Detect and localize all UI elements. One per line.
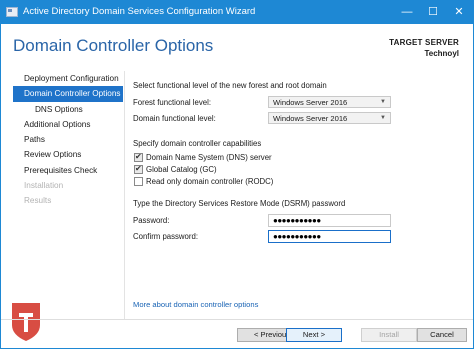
wizard-window: Active Directory Domain Services Configu… xyxy=(0,0,474,349)
dsrm-heading: Type the Directory Services Restore Mode… xyxy=(133,199,346,208)
next-button[interactable]: Next > xyxy=(286,328,342,342)
install-button: Install xyxy=(361,328,417,342)
nav-item-installation: Installation xyxy=(24,181,64,191)
target-server-label: TARGET SERVER xyxy=(389,38,459,47)
functional-level-intro: Select functional level of the new fores… xyxy=(133,81,327,90)
page-title: Domain Controller Options xyxy=(13,36,214,55)
password-label: Password: xyxy=(133,216,170,225)
nav-item-deployment-configuration[interactable]: Deployment Configuration xyxy=(11,71,123,86)
close-button[interactable]: ✕ xyxy=(446,1,472,24)
rodc-checkbox[interactable] xyxy=(134,177,143,186)
password-input[interactable]: ●●●●●●●●●●● xyxy=(268,214,391,227)
title-bar[interactable]: Active Directory Domain Services Configu… xyxy=(1,1,473,24)
domain-level-value: Windows Server 2016 xyxy=(273,114,348,123)
app-icon xyxy=(6,7,18,17)
footer-divider xyxy=(1,319,473,320)
forest-level-value: Windows Server 2016 xyxy=(273,98,348,107)
global-catalog-label: Global Catalog (GC) xyxy=(146,165,217,174)
target-server-name: Technoyl xyxy=(424,49,459,58)
nav-item-review-options[interactable]: Review Options xyxy=(11,147,123,162)
window-title: Active Directory Domain Services Configu… xyxy=(23,6,256,17)
confirm-password-label: Confirm password: xyxy=(133,232,198,241)
more-about-options-link[interactable]: More about domain controller options xyxy=(133,300,258,309)
wizard-nav: Deployment Configuration Domain Controll… xyxy=(11,71,123,209)
nav-divider xyxy=(124,71,125,319)
dns-server-checkbox[interactable] xyxy=(134,152,143,162)
domain-level-select[interactable]: Windows Server 2016 ▼ xyxy=(268,112,391,124)
chevron-down-icon: ▼ xyxy=(380,115,386,121)
nav-item-dns-options[interactable]: DNS Options xyxy=(11,102,123,117)
dns-server-label: Domain Name System (DNS) server xyxy=(146,153,272,162)
maximize-button[interactable]: ☐ xyxy=(420,1,446,24)
chevron-down-icon: ▼ xyxy=(380,99,386,105)
forest-level-select[interactable]: Windows Server 2016 ▼ xyxy=(268,96,391,108)
domain-level-label: Domain functional level: xyxy=(133,114,216,123)
minimize-button[interactable]: — xyxy=(394,1,420,24)
target-server-info: TARGET SERVER Technoyl xyxy=(389,37,459,59)
global-catalog-checkbox[interactable] xyxy=(134,164,143,174)
capabilities-heading: Specify domain controller capabilities xyxy=(133,139,262,148)
cancel-button[interactable]: Cancel xyxy=(417,328,467,342)
watermark-logo xyxy=(12,303,40,341)
forest-level-label: Forest functional level: xyxy=(133,98,212,107)
confirm-password-input[interactable]: ●●●●●●●●●●● xyxy=(268,230,391,243)
nav-item-additional-options[interactable]: Additional Options xyxy=(11,117,123,132)
rodc-label: Read only domain controller (RODC) xyxy=(146,177,274,186)
nav-item-prerequisites-check[interactable]: Prerequisites Check xyxy=(11,163,123,178)
nav-item-paths[interactable]: Paths xyxy=(11,132,123,147)
nav-item-results: Results xyxy=(24,196,52,206)
nav-item-domain-controller-options[interactable]: Domain Controller Options xyxy=(13,86,123,102)
